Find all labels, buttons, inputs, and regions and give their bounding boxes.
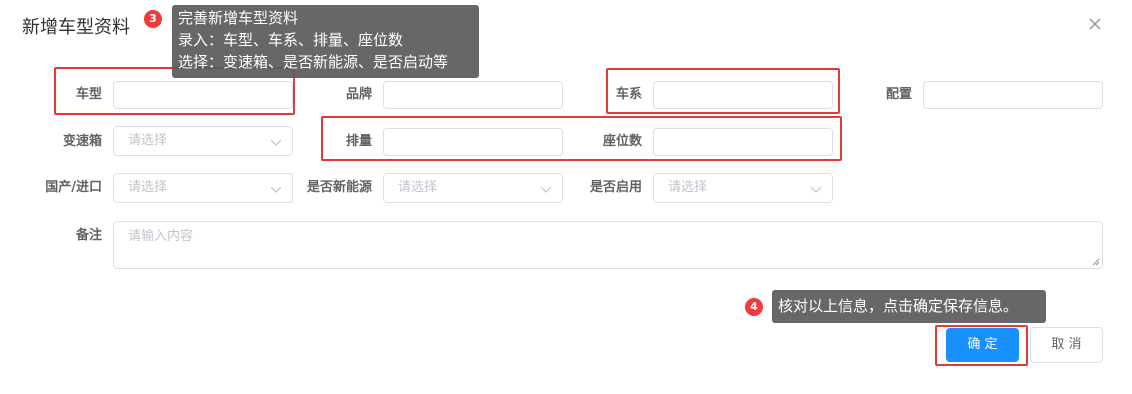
chevron-down-icon [270,186,282,193]
step-3-tooltip: 完善新增车型资料 录入：车型、车系、排量、座位数 选择：变速箱、是否新能源、是否… [172,5,479,78]
origin-select[interactable]: 请选择 [113,173,293,203]
new-energy-select[interactable]: 请选择 [383,173,563,203]
tooltip-line: 录入：车型、车系、排量、座位数 [178,31,404,49]
gearbox-placeholder: 请选择 [128,133,168,148]
origin-label: 国产/进口 [45,180,102,195]
remark-textarea[interactable]: 请输入内容 [113,221,1103,269]
highlight-displacement-seats [321,116,842,161]
config-label: 配置 [885,87,912,102]
enabled-select[interactable]: 请选择 [653,173,833,203]
brand-input[interactable] [383,81,563,109]
gearbox-label: 变速箱 [62,134,102,149]
remark-label: 备注 [75,228,102,243]
gearbox-select[interactable]: 请选择 [113,126,293,156]
brand-label: 品牌 [345,87,372,102]
origin-placeholder: 请选择 [128,180,168,195]
enabled-placeholder: 请选择 [668,180,708,195]
dialog-title: 新增车型资料 [22,17,130,38]
confirm-button[interactable]: 确 定 [946,328,1019,362]
tooltip-line: 完善新增车型资料 [178,9,299,27]
cancel-button[interactable]: 取 消 [1030,327,1103,363]
highlight-series [606,68,840,114]
chevron-down-icon [270,139,282,146]
chevron-down-icon [540,186,552,193]
enabled-label: 是否启用 [589,180,642,195]
close-icon[interactable] [1085,14,1105,34]
chevron-down-icon [810,186,822,193]
new-energy-placeholder: 请选择 [398,180,438,195]
remark-placeholder: 请输入内容 [128,229,194,244]
step-4-tooltip: 核对以上信息，点击确定保存信息。 [772,290,1046,323]
new-energy-label: 是否新能源 [306,180,372,195]
step-3-badge: 3 [144,10,162,28]
tooltip-line: 选择：变速箱、是否新能源、是否启动等 [178,53,449,71]
step-4-badge: 4 [745,298,763,316]
config-input[interactable] [923,81,1103,109]
resize-handle-icon[interactable] [1092,258,1100,266]
